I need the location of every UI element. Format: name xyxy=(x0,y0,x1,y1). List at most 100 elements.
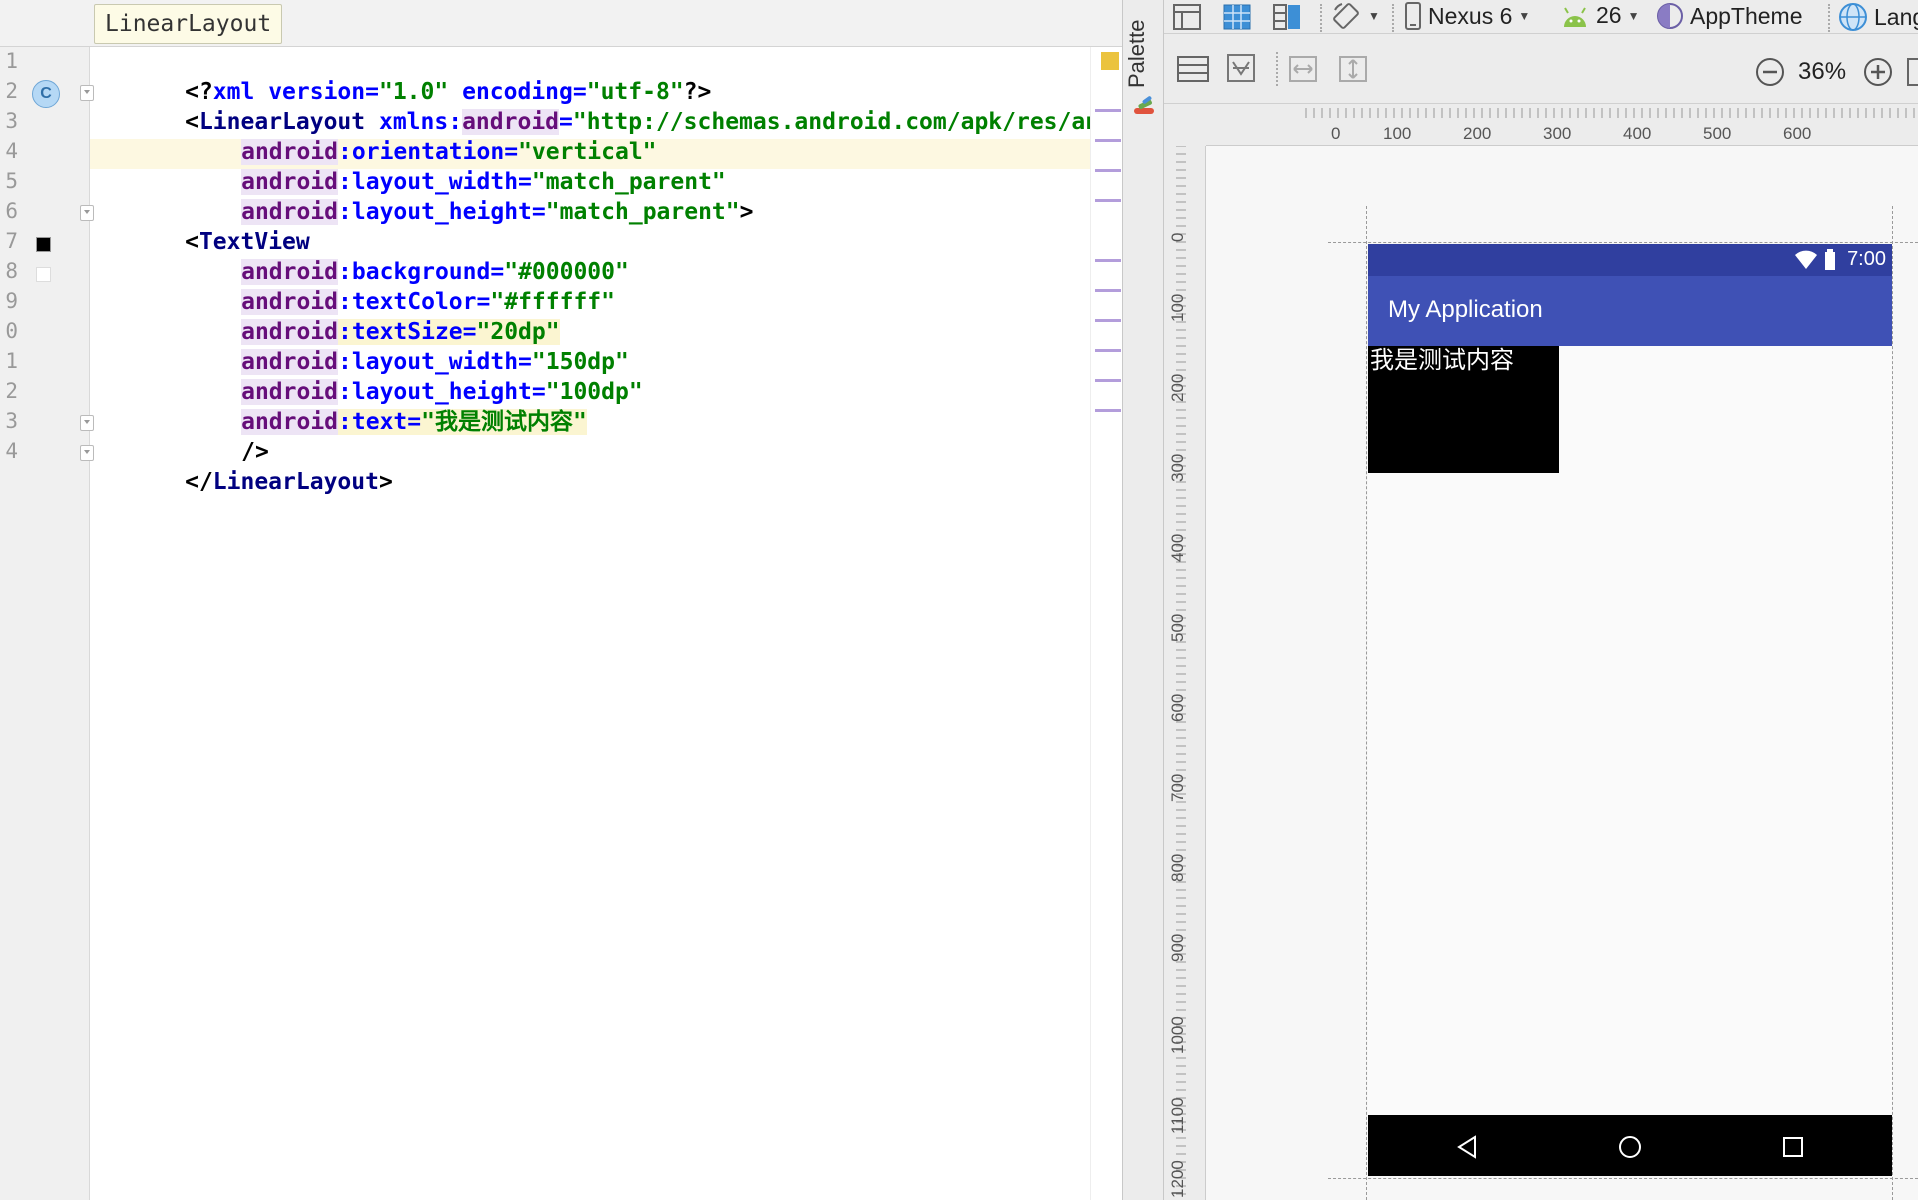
device-dropdown[interactable]: Nexus 6 ▼ xyxy=(1404,2,1530,30)
guide-line xyxy=(1366,206,1367,1200)
code-line-10: android:layout_width="150dp" xyxy=(158,317,629,375)
ruler-tick-label: 600 xyxy=(1783,124,1812,143)
design-toolbar-secondary: 36% xyxy=(1164,34,1918,104)
text-view-preview[interactable]: 我是测试内容 xyxy=(1368,346,1559,473)
stripe-mark[interactable] xyxy=(1095,349,1121,352)
stripe-mark[interactable] xyxy=(1095,169,1121,172)
warning-marker-icon[interactable] xyxy=(1101,52,1119,70)
palette-icon[interactable] xyxy=(1133,96,1155,118)
ruler-tick-label: 100 xyxy=(1383,124,1412,143)
guide-line xyxy=(1892,206,1893,1200)
chevron-down-icon: ▼ xyxy=(1518,9,1531,23)
api-level-dropdown[interactable]: 26 ▼ xyxy=(1560,2,1639,29)
line-number: 0 xyxy=(5,319,18,343)
class-marker-icon[interactable]: C xyxy=(32,80,60,108)
equals: = xyxy=(531,199,546,225)
language-dropdown[interactable]: Lang xyxy=(1838,2,1918,32)
zoom-out-icon[interactable] xyxy=(1754,56,1786,88)
design-surface-icon[interactable] xyxy=(1172,2,1202,32)
ruler-tick-label: 700 xyxy=(1168,773,1187,802)
line-number: 6 xyxy=(5,199,18,223)
recents-icon[interactable] xyxy=(1782,1136,1804,1158)
theme-selector[interactable]: AppTheme xyxy=(1656,2,1803,30)
back-icon[interactable] xyxy=(1456,1135,1478,1159)
breadcrumb[interactable]: LinearLayout xyxy=(94,4,283,44)
color-swatch-black-icon[interactable] xyxy=(36,237,51,252)
attr-text: :text xyxy=(338,409,408,435)
code-editor[interactable]: LinearLayout 1 2 3 4 5 6 7 8 9 0 1 2 3 4… xyxy=(0,0,1122,1200)
equals: = xyxy=(407,409,422,435)
code-line-7: android:background="#000000" xyxy=(158,227,629,285)
navigation-bar xyxy=(1368,1115,1892,1176)
color-swatch-white-icon[interactable] xyxy=(36,267,51,282)
ruler-tick-label: 0 xyxy=(1331,124,1341,143)
ruler-tick-label: 300 xyxy=(1168,453,1187,482)
line-number: 3 xyxy=(5,409,18,433)
tag-close-bracket: > xyxy=(378,469,393,495)
editor-gutter: 1 2 3 4 5 6 7 8 9 0 1 2 3 4 C xyxy=(0,47,94,1200)
stripe-mark[interactable] xyxy=(1095,409,1121,412)
separator xyxy=(1392,4,1394,32)
stripe-mark[interactable] xyxy=(1095,319,1121,322)
line-number: 4 xyxy=(5,439,18,463)
api-level-label: 26 xyxy=(1596,2,1622,28)
stripe-mark[interactable] xyxy=(1095,259,1121,262)
design-toolbar-top: ▼ Nexus 6 ▼ 26 ▼ AppTheme Lan xyxy=(1164,0,1918,34)
line-number: 9 xyxy=(5,289,18,313)
line-number: 4 xyxy=(5,139,18,163)
palette-tab[interactable]: Palette xyxy=(1124,0,1150,89)
blueprint-icon[interactable] xyxy=(1222,2,1252,32)
ruler-tick-label: 200 xyxy=(1463,124,1492,143)
wifi-icon xyxy=(1795,250,1817,269)
code-line-2: <LinearLayout xmlns:android="http://sche… xyxy=(102,77,1122,135)
ruler-tick-label: 500 xyxy=(1703,124,1732,143)
split-view-icon[interactable] xyxy=(1272,2,1302,32)
ruler-tick-label: 1100 xyxy=(1168,1097,1187,1134)
orientation-dropdown[interactable]: ▼ xyxy=(1330,0,1380,32)
language-label: Lang xyxy=(1874,3,1918,30)
expand-horizontal-icon[interactable] xyxy=(1288,54,1318,84)
device-preview[interactable]: 7:00 My Application 我是测试内容 xyxy=(1368,244,1892,1176)
home-icon[interactable] xyxy=(1617,1134,1643,1160)
code-line-4: android:layout_width="match_parent" xyxy=(158,137,726,195)
palette-tool-window-strip[interactable]: Palette xyxy=(1122,0,1164,1200)
code-line-3: android:orientation="vertical" xyxy=(158,107,657,165)
chevron-down-icon: ▼ xyxy=(1627,8,1640,23)
ruler-tick-label: 400 xyxy=(1168,533,1187,562)
stripe-mark[interactable] xyxy=(1095,199,1121,202)
stripe-mark[interactable] xyxy=(1095,379,1121,382)
code-area[interactable]: <?xml version="1.0" encoding="utf-8"?> <… xyxy=(90,47,1122,1200)
code-line-6: <TextView xyxy=(102,197,310,255)
theme-label: AppTheme xyxy=(1690,2,1803,29)
stripe-mark[interactable] xyxy=(1095,289,1121,292)
value-text: "我是测试内容" xyxy=(421,409,587,435)
stripe-mark[interactable] xyxy=(1095,139,1121,142)
ruler-tick-label: 800 xyxy=(1168,853,1187,882)
battery-icon xyxy=(1825,249,1835,270)
fit-screen-icon[interactable] xyxy=(1906,56,1918,88)
breadcrumb-bar: LinearLayout xyxy=(0,0,1122,47)
separator xyxy=(1828,4,1830,32)
line-number: 5 xyxy=(5,169,18,193)
globe-icon xyxy=(1839,3,1867,31)
stripe-mark[interactable] xyxy=(1095,109,1121,112)
code-line-9: android:textSize="20dp" xyxy=(158,287,560,345)
status-bar: 7:00 xyxy=(1368,244,1892,276)
ruler-tick-label: 0 xyxy=(1168,232,1187,242)
autoconnect-icon[interactable] xyxy=(1226,52,1256,84)
device-label: Nexus 6 xyxy=(1428,2,1513,29)
chevron-down-icon: ▼ xyxy=(1368,9,1380,23)
zoom-in-icon[interactable] xyxy=(1862,56,1894,88)
zoom-level: 36% xyxy=(1798,58,1847,85)
list-layout-icon[interactable] xyxy=(1176,54,1210,84)
code-line-13: /> xyxy=(158,407,269,465)
guide-line xyxy=(1328,242,1918,243)
ruler-tick-label: 1200 xyxy=(1168,1160,1187,1198)
guide-line xyxy=(1328,1178,1918,1179)
error-stripe[interactable] xyxy=(1090,47,1122,1200)
separator xyxy=(1276,52,1278,86)
line-number: 1 xyxy=(5,49,18,73)
expand-vertical-icon[interactable] xyxy=(1338,54,1368,84)
code-line-14: </LinearLayout> xyxy=(102,437,393,495)
ruler-tick-label: 900 xyxy=(1168,933,1187,962)
